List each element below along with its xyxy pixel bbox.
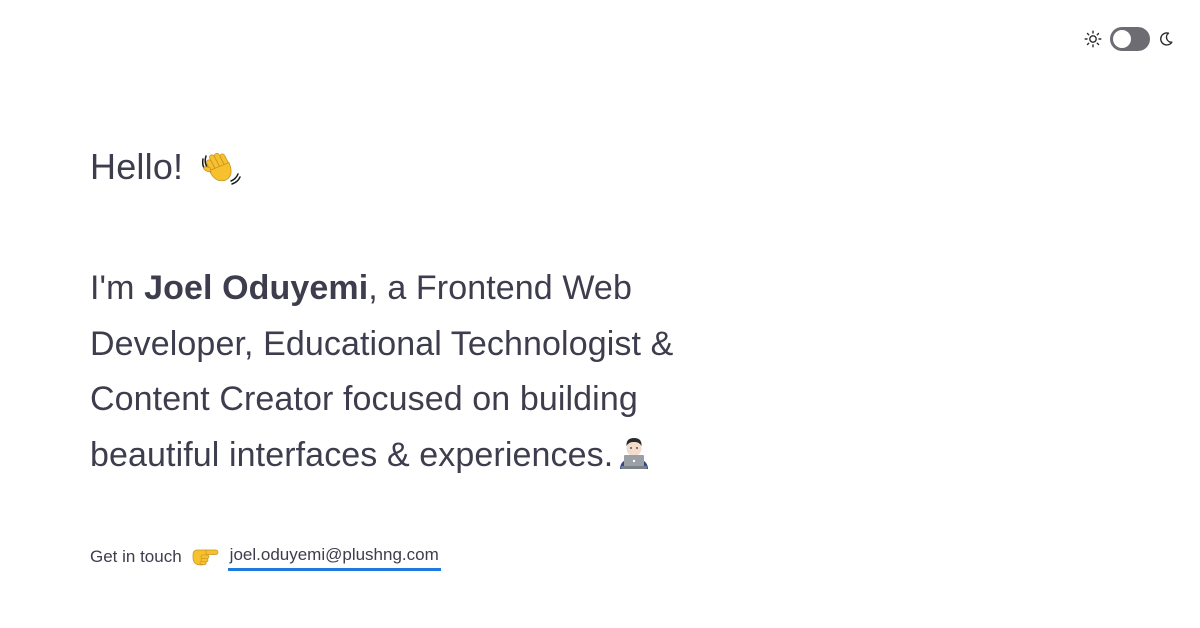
technologist-icon <box>620 437 649 469</box>
intro-prefix: I'm <box>90 269 145 307</box>
waving-hand-icon <box>202 153 241 185</box>
theme-switch[interactable] <box>1110 27 1150 51</box>
contact-label: Get in touch <box>90 547 182 566</box>
theme-switch-knob <box>1113 30 1131 48</box>
sun-icon <box>1084 30 1102 48</box>
moon-icon <box>1160 32 1173 46</box>
author-name: Joel Oduyemi <box>144 269 369 307</box>
email-link[interactable]: joel.oduyemi@plushng.com <box>227 543 441 571</box>
theme-toggle <box>1084 27 1174 51</box>
intro-paragraph: I'm Joel Oduyemi, a Frontend Web Develop… <box>90 261 700 483</box>
contact-row: Get in touch joel.oduyemi@plushng.com <box>90 542 441 572</box>
pointing-hand-icon <box>192 549 219 566</box>
greeting-heading: Hello! <box>90 144 241 190</box>
greeting-text: Hello! <box>90 146 184 187</box>
